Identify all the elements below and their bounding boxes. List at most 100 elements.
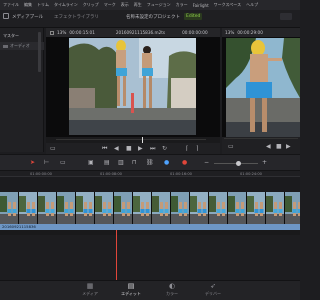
page-tab-label: デリバー — [205, 291, 221, 296]
zoom-slider-handle[interactable] — [236, 161, 241, 166]
menu-trim[interactable]: トリム — [37, 2, 49, 8]
menu-clip[interactable]: クリップ — [83, 2, 99, 8]
trim-tool-icon[interactable]: ⊢ — [44, 160, 49, 166]
menu-playback[interactable]: 再生 — [134, 2, 142, 8]
media-pool-panel: マスター オーディオ — [0, 28, 44, 152]
color-icon: ◐ — [168, 282, 176, 290]
menu-view[interactable]: 表示 — [121, 2, 129, 8]
header-bar: メディアプール エフェクトライブラリ 名称未設定のプロジェクト Edited — [0, 10, 300, 28]
ruler-label: 01:00:00:00 — [30, 172, 52, 176]
source-zoom[interactable]: 13% — [57, 30, 66, 35]
mark-out-icon[interactable]: ⌉ — [196, 146, 198, 152]
menu-bar: ファイル 編集 トリム タイムライン クリップ マーク 表示 再生 フュージョン… — [0, 0, 300, 10]
source-transport-bar: ▭ ⏮ ◀ ■ ▶ ⏭ ↻ ⌈ ⌉ — [46, 143, 220, 154]
source-tc-right: 00:00:00:00 — [182, 30, 208, 35]
source-layout-icon[interactable] — [50, 30, 54, 35]
thumbnail-frame — [285, 192, 300, 224]
thumbnail-frame — [38, 192, 56, 224]
thumbnail-frame — [266, 192, 284, 224]
edit-icon: ▤ — [127, 282, 135, 290]
jump-start-icon[interactable]: ⏮ — [102, 146, 107, 152]
thumbnail-frame — [152, 192, 170, 224]
pool-scrollbar[interactable] — [38, 32, 41, 72]
flag-icon[interactable]: ● — [164, 160, 169, 166]
inspector-icon[interactable] — [280, 13, 292, 20]
insert-clip-icon[interactable]: ▣ — [88, 160, 94, 166]
media-pool-tab[interactable]: メディアプール — [12, 14, 43, 20]
page-tab-label: メディア — [82, 291, 98, 296]
project-title: 名称未設定のプロジェクト — [126, 15, 180, 20]
marker-icon[interactable]: ● — [182, 160, 187, 166]
blade-tool-icon[interactable]: ▭ — [60, 160, 66, 166]
thumbnail-frame — [247, 192, 265, 224]
page-tab-deliver[interactable]: ➶ デリバー — [193, 281, 233, 300]
loop-icon[interactable]: ↻ — [162, 146, 167, 152]
stop-icon[interactable]: ■ — [126, 146, 132, 152]
replace-clip-icon[interactable]: ▥ — [118, 160, 124, 166]
play-reverse-icon[interactable]: ◀ — [114, 146, 119, 152]
deliver-icon: ➶ — [210, 282, 216, 290]
zoom-out-icon[interactable]: − — [204, 160, 209, 166]
clip-name-label: 20160921115836 — [2, 224, 36, 229]
timeline-zoom[interactable]: 13% — [225, 30, 234, 35]
timeline-playhead[interactable] — [116, 230, 117, 280]
page-tab-edit[interactable]: ▤ エディット — [111, 281, 151, 300]
timeline-options-icon[interactable]: ▭ — [228, 144, 234, 150]
source-clip-name: 20160921115836.m2ts — [115, 30, 166, 35]
page-tab-label: カラー — [166, 291, 178, 296]
timeline-play-reverse-icon[interactable]: ◀ — [266, 144, 271, 150]
source-frame-image — [69, 38, 196, 135]
ruler-label: 01:00:08:00 — [100, 172, 122, 176]
page-tab-media[interactable]: ▦ メディア — [70, 281, 110, 300]
video-clip-thumbnails[interactable] — [0, 192, 300, 224]
timeline-stop-icon[interactable]: ■ — [276, 144, 282, 150]
folder-icon — [3, 44, 8, 48]
page-tab-label: エディット — [121, 291, 141, 296]
timeline-play-icon[interactable]: ▶ — [286, 144, 291, 150]
jump-end-icon[interactable]: ⏭ — [150, 146, 155, 152]
thumbnail-frame — [0, 192, 18, 224]
thumbnail-frame — [209, 192, 227, 224]
media-icon: ▦ — [86, 282, 94, 290]
menu-workspace[interactable]: ワークスペース — [214, 2, 241, 8]
thumbnail-frame — [171, 192, 189, 224]
thumbnail-frame — [95, 192, 113, 224]
source-options-icon[interactable]: ▭ — [50, 146, 56, 152]
menu-timeline[interactable]: タイムライン — [54, 2, 78, 8]
menu-file[interactable]: ファイル — [3, 2, 19, 8]
mark-in-icon[interactable]: ⌈ — [186, 146, 188, 152]
menu-mark[interactable]: マーク — [104, 2, 116, 8]
timeline-frame-image — [226, 38, 300, 137]
zoom-in-icon[interactable]: + — [262, 160, 267, 166]
source-timecode: 00:00:15:01 — [69, 30, 95, 35]
pool-bin-label: オーディオ — [10, 43, 30, 48]
timeline-transport-bar: ▭ ◀ ■ ▶ — [222, 137, 300, 154]
effects-library-tab[interactable]: エフェクトライブラリ — [54, 14, 99, 20]
play-icon[interactable]: ▶ — [138, 146, 143, 152]
thumbnail-frame — [76, 192, 94, 224]
timeline-lower-area[interactable] — [0, 230, 300, 280]
menu-color[interactable]: カラー — [176, 2, 188, 8]
overwrite-clip-icon[interactable]: ▤ — [104, 160, 110, 166]
thumbnail-frame — [114, 192, 132, 224]
timeline-lower-ruler[interactable] — [0, 230, 300, 235]
thumbnail-frame — [133, 192, 151, 224]
thumbnail-frame — [19, 192, 37, 224]
selection-tool-icon[interactable]: ➤ — [30, 160, 35, 166]
thumbnail-strip — [0, 192, 300, 224]
menu-help[interactable]: ヘルプ — [246, 2, 258, 8]
menu-fusion[interactable]: フュージョン — [147, 2, 171, 8]
media-pool-icon[interactable] — [3, 13, 9, 19]
ruler-label: 01:00:16:00 — [170, 172, 192, 176]
page-tab-color[interactable]: ◐ カラー — [152, 281, 192, 300]
menu-edit[interactable]: 編集 — [24, 2, 32, 8]
timeline-viewer-bar: 13% 00:00:29:00 — [222, 28, 300, 37]
thumbnail-frame — [57, 192, 75, 224]
menu-fairlight[interactable]: Fairlight — [193, 3, 209, 8]
timeline-toolbar: ➤ ⊢ ▭ ▣ ▤ ▥ ⊓ ⛓ ● ● − + — [0, 154, 300, 171]
snap-icon[interactable]: ⊓ — [132, 160, 137, 166]
link-icon[interactable]: ⛓ — [146, 160, 154, 166]
status-badge: Edited — [184, 13, 203, 20]
thumbnail-frame — [190, 192, 208, 224]
source-viewer-bar: 13% 00:00:15:01 20160921115836.m2ts 00:0… — [46, 28, 220, 37]
